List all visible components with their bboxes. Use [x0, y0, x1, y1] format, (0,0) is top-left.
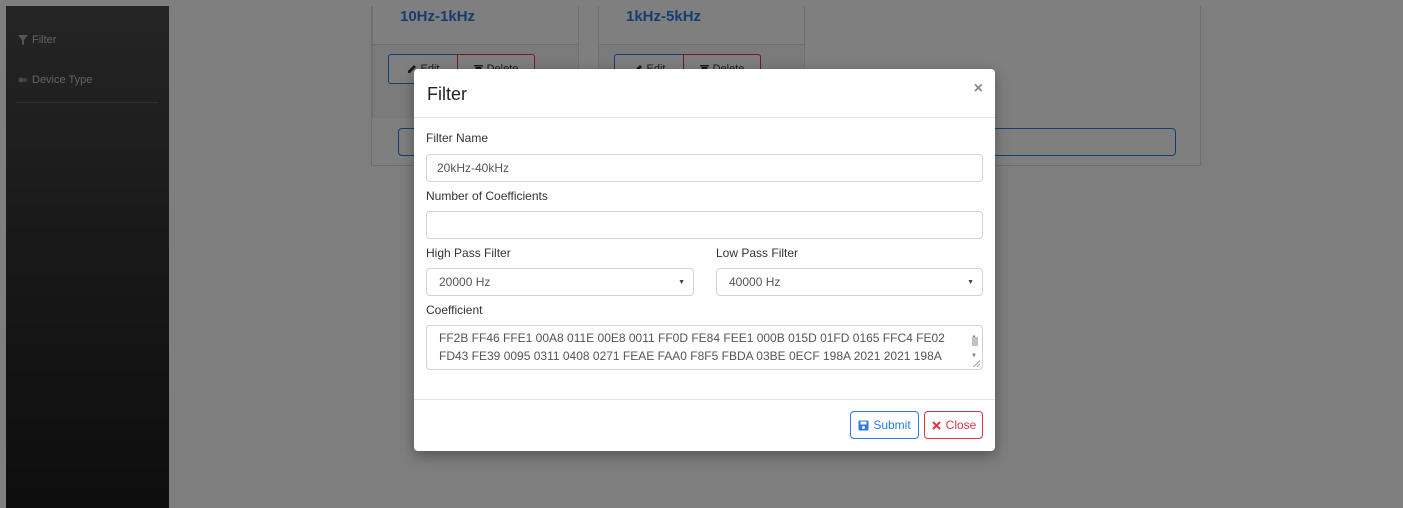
low-pass-label: Low Pass Filter [716, 246, 799, 260]
chevron-down-icon: ▼ [967, 279, 974, 286]
save-icon [858, 420, 869, 430]
close-label: Close [945, 418, 977, 432]
coefficient-label: Coefficient [426, 303, 483, 317]
x-icon [931, 420, 941, 430]
num-coefficients-label: Number of Coefficients [426, 189, 548, 203]
low-pass-value: 40000 Hz [729, 275, 781, 289]
close-button[interactable]: Close [924, 411, 983, 439]
low-pass-select[interactable]: 40000 Hz ▼ [716, 268, 983, 296]
coefficient-textarea[interactable]: FF2B FF46 FFE1 00A8 011E 00E8 0011 FF0D … [426, 325, 983, 370]
scroll-thumb[interactable] [972, 337, 978, 346]
modal-title: Filter [427, 84, 467, 104]
submit-label: Submit [873, 418, 911, 432]
filter-modal: Filter × Filter Name 20kHz-40kHz Number … [414, 69, 995, 451]
high-pass-select[interactable]: 20000 Hz ▼ [426, 268, 694, 296]
modal-footer: Submit Close [414, 399, 995, 451]
num-coefficients-input[interactable] [426, 211, 983, 239]
filter-name-label: Filter Name [426, 131, 489, 145]
filter-name-input[interactable]: 20kHz-40kHz [426, 154, 983, 182]
modal-header: Filter × [414, 69, 995, 118]
coefficient-text: FF2B FF46 FFE1 00A8 011E 00E8 0011 FF0D … [439, 331, 948, 369]
submit-button[interactable]: Submit [850, 411, 919, 439]
resize-handle-icon[interactable] [973, 360, 980, 367]
close-icon[interactable]: × [974, 81, 983, 97]
high-pass-value: 20000 Hz [439, 275, 491, 289]
high-pass-label: High Pass Filter [426, 246, 511, 260]
chevron-down-icon: ▼ [678, 279, 685, 286]
